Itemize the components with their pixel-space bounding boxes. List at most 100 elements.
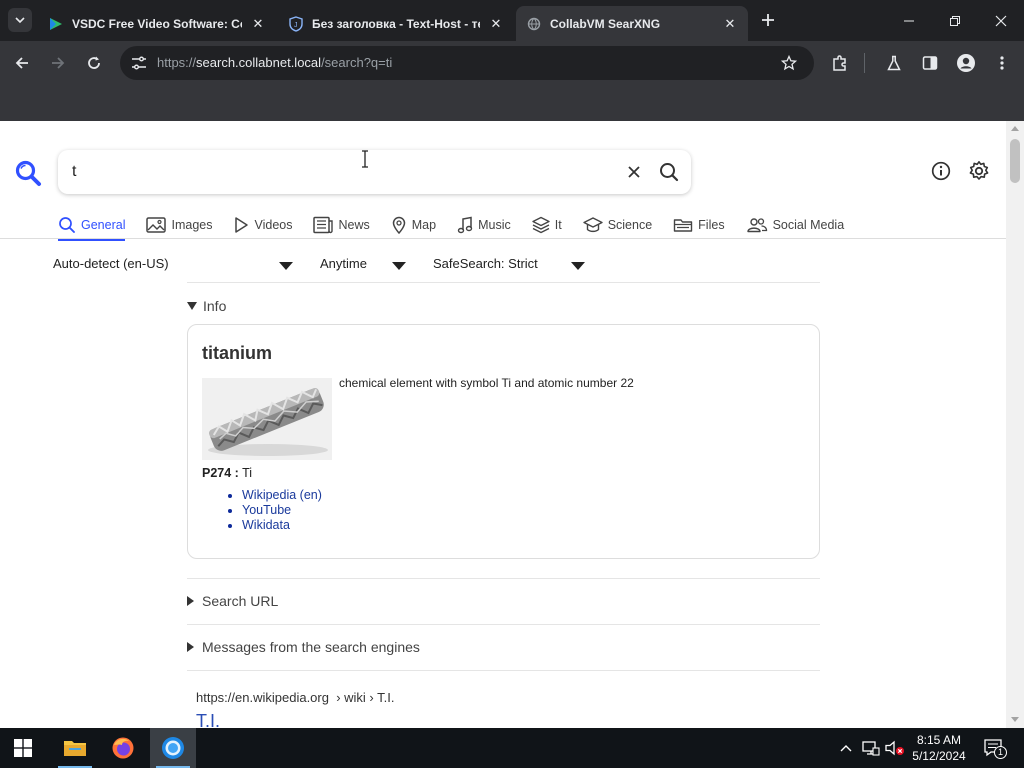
tab-files[interactable]: Files	[673, 211, 725, 239]
tab-social-media[interactable]: Social Media	[746, 211, 845, 239]
about-button[interactable]	[929, 159, 953, 183]
tab-label: Science	[607, 218, 653, 232]
taskbar-chrome[interactable]	[150, 728, 196, 768]
taskbar-firefox[interactable]	[100, 728, 146, 768]
preferences-button[interactable]	[967, 159, 991, 183]
chevron-down-icon[interactable]	[392, 262, 406, 270]
site-settings-icon[interactable]	[130, 54, 148, 72]
clear-search-button[interactable]	[624, 162, 644, 182]
profile-button[interactable]	[952, 49, 980, 77]
tab-label: Social Media	[772, 218, 845, 232]
restore-button[interactable]	[932, 0, 978, 41]
scrollbar-thumb[interactable]	[1010, 139, 1020, 183]
engine-messages-label: Messages from the search engines	[202, 639, 420, 655]
graduation-cap-icon	[582, 217, 603, 233]
vsdc-logo-icon	[48, 16, 64, 32]
network-icon[interactable]	[861, 738, 881, 758]
minimize-icon	[904, 20, 914, 21]
url-text[interactable]: https://search.collabnet.local/search?q=…	[157, 55, 392, 70]
chevron-down-icon[interactable]	[279, 262, 293, 270]
tab-it[interactable]: It	[532, 211, 562, 239]
chevron-down-icon[interactable]	[571, 262, 585, 270]
search-url-toggle[interactable]: Search URL	[187, 593, 278, 609]
safesearch-select[interactable]: SafeSearch: Strict	[433, 256, 538, 271]
result-breadcrumb: › wiki › T.I.	[336, 690, 395, 705]
tab-close-icon[interactable]: ✕	[722, 16, 738, 32]
forward-button[interactable]	[44, 49, 72, 77]
tab-searxng[interactable]: CollabVM SearXNG ✕	[516, 6, 748, 41]
link-youtube[interactable]: YouTube	[242, 503, 291, 517]
tab-text-host[interactable]: J Без заголовка - Text-Host - те ✕	[278, 6, 514, 41]
system-clock[interactable]: 8:15 AM 5/12/2024	[906, 732, 972, 764]
labs-button[interactable]	[880, 49, 908, 77]
page-scrollbar[interactable]	[1006, 121, 1024, 728]
flask-icon	[887, 55, 901, 71]
tab-science[interactable]: Science	[582, 211, 653, 239]
windows-logo-icon	[14, 739, 32, 757]
layers-icon	[532, 216, 550, 234]
tab-images[interactable]: Images	[146, 211, 212, 239]
tab-close-icon[interactable]: ✕	[250, 16, 266, 32]
filter-divider	[187, 282, 820, 283]
language-select[interactable]: Auto-detect (en-US)	[53, 256, 169, 271]
extensions-button[interactable]	[826, 49, 854, 77]
tab-label: Music	[478, 218, 511, 232]
minimize-button[interactable]	[886, 0, 932, 41]
puzzle-icon	[833, 55, 846, 71]
scroll-down-icon[interactable]	[1011, 717, 1019, 722]
tab-news[interactable]: News	[313, 211, 370, 239]
link-wikidata[interactable]: Wikidata	[242, 518, 290, 532]
gear-icon	[969, 161, 989, 180]
tab-close-icon[interactable]: ✕	[488, 16, 504, 32]
tab-vsdc[interactable]: VSDC Free Video Software: Co ✕	[38, 6, 276, 41]
engine-messages-toggle[interactable]: Messages from the search engines	[187, 639, 420, 655]
tab-map[interactable]: Map	[391, 211, 436, 239]
titanium-image[interactable]	[202, 378, 332, 460]
taskbar-file-explorer[interactable]	[52, 728, 98, 768]
kebab-menu-icon	[1000, 56, 1004, 70]
avatar-icon	[957, 54, 975, 72]
link-wikipedia[interactable]: Wikipedia (en)	[242, 488, 322, 502]
chrome-icon	[162, 737, 184, 759]
info-label: Info	[203, 298, 227, 314]
firefox-icon	[112, 737, 134, 759]
arrow-left-icon	[15, 57, 28, 69]
tab-videos[interactable]: Videos	[233, 211, 292, 239]
address-bar[interactable]: https://search.collabnet.local/search?q=…	[120, 46, 814, 80]
search-submit-button[interactable]	[658, 161, 680, 183]
search-url-label: Search URL	[202, 593, 279, 609]
side-panel-button[interactable]	[916, 49, 944, 77]
info-toggle[interactable]: Info	[187, 298, 226, 314]
close-window-button[interactable]	[978, 0, 1024, 41]
tab-label: News	[338, 218, 370, 232]
chevron-up-icon[interactable]	[836, 738, 856, 758]
result-title[interactable]: T.I.	[196, 711, 220, 728]
section-divider	[187, 624, 820, 625]
chevron-down-icon	[15, 17, 25, 24]
start-button[interactable]	[0, 728, 46, 768]
triangle-right-icon	[187, 642, 194, 652]
bookmark-star-icon[interactable]	[780, 54, 798, 72]
info-icon	[931, 161, 951, 181]
notifications-button[interactable]: 1	[982, 738, 1007, 759]
searxng-logo-icon[interactable]	[14, 159, 42, 187]
folder-icon	[673, 219, 693, 232]
tab-search-button[interactable]	[8, 8, 32, 32]
result-url[interactable]: https://en.wikipedia.org › wiki › T.I.	[196, 690, 394, 705]
search-input[interactable]: t	[72, 163, 76, 181]
speaker-muted-icon[interactable]	[885, 738, 905, 758]
section-divider	[187, 670, 820, 671]
infobox-title: titanium	[202, 343, 272, 363]
search-box[interactable]: t	[58, 150, 691, 194]
back-button[interactable]	[8, 49, 36, 77]
menu-button[interactable]	[988, 49, 1016, 77]
new-tab-button[interactable]	[756, 8, 780, 32]
reload-button[interactable]	[80, 49, 108, 77]
time-range-select[interactable]: Anytime	[320, 256, 367, 271]
notification-count-badge: 1	[994, 746, 1007, 759]
tab-general[interactable]: General	[58, 211, 126, 241]
url-path: /search?q=ti	[321, 55, 393, 70]
scroll-up-icon[interactable]	[1011, 126, 1019, 131]
tab-music[interactable]: Music	[457, 211, 511, 239]
search-icon	[660, 163, 679, 182]
